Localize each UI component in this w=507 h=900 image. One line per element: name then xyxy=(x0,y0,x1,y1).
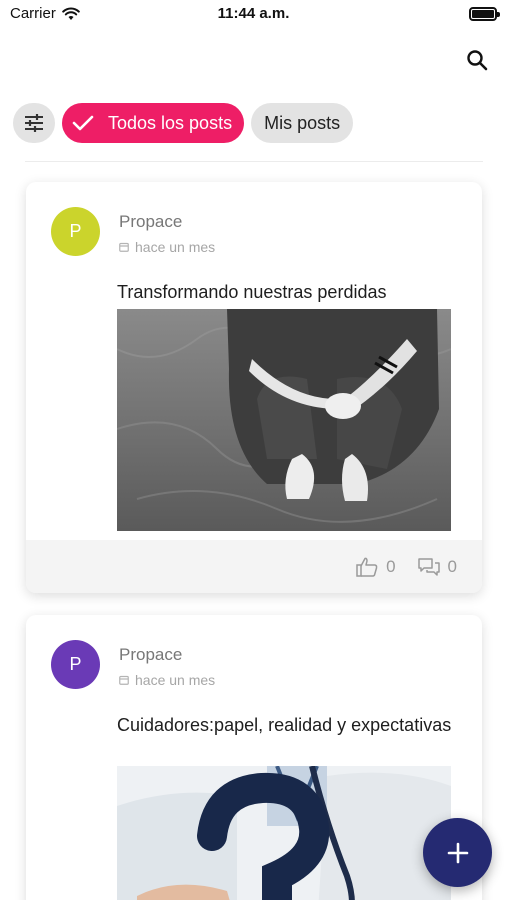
battery-icon xyxy=(469,7,500,21)
filter-bar: Todos los posts Mis posts xyxy=(13,103,354,143)
post-image[interactable] xyxy=(117,766,451,900)
post-photo xyxy=(117,766,451,900)
thumbs-up-icon xyxy=(356,557,378,577)
calendar-icon xyxy=(119,242,129,252)
chip-my-posts-label: Mis posts xyxy=(264,112,341,133)
post-photo xyxy=(117,309,451,531)
status-bar: Carrier 11:44 a.m. xyxy=(0,0,507,30)
comment-button[interactable]: 0 xyxy=(417,556,457,577)
post-footer: 0 0 xyxy=(26,540,482,593)
post-author: Propace xyxy=(119,645,183,664)
avatar[interactable]: P xyxy=(51,640,100,689)
check-icon xyxy=(72,115,94,131)
clock: 11:44 a.m. xyxy=(217,5,290,22)
post-card[interactable]: P Propace hace un mes Cuidadores:papel, … xyxy=(26,615,482,900)
add-post-button[interactable] xyxy=(423,818,492,887)
chip-all-posts-label: Todos los posts xyxy=(108,112,233,133)
like-button[interactable]: 0 xyxy=(356,556,396,577)
post-date: hace un mes xyxy=(135,672,216,688)
plus-icon xyxy=(447,842,468,863)
post-title[interactable]: Transformando nuestras perdidas xyxy=(117,279,457,305)
comments-icon xyxy=(417,557,440,576)
avatar-letter: P xyxy=(69,654,82,674)
like-count: 0 xyxy=(386,556,396,576)
comment-count: 0 xyxy=(447,556,457,576)
chip-my-posts[interactable]: Mis posts xyxy=(251,103,354,143)
search-button[interactable] xyxy=(463,46,491,74)
filter-settings-button[interactable] xyxy=(13,103,55,143)
chip-all-posts[interactable]: Todos los posts xyxy=(62,103,245,143)
avatar[interactable]: P xyxy=(51,207,100,256)
post-date: hace un mes xyxy=(135,239,216,255)
post-card[interactable]: P Propace hace un mes Transformando nues… xyxy=(26,182,482,593)
post-date-row: hace un mes xyxy=(119,672,215,688)
post-date-row: hace un mes xyxy=(119,239,215,255)
post-title[interactable]: Cuidadores:papel, realidad y expectativa… xyxy=(117,712,457,738)
search-icon xyxy=(467,50,488,71)
post-image[interactable] xyxy=(117,309,451,531)
calendar-icon xyxy=(119,675,129,685)
post-author: Propace xyxy=(119,212,183,231)
divider xyxy=(25,161,483,162)
avatar-letter: P xyxy=(69,221,82,241)
sliders-icon xyxy=(25,114,43,132)
